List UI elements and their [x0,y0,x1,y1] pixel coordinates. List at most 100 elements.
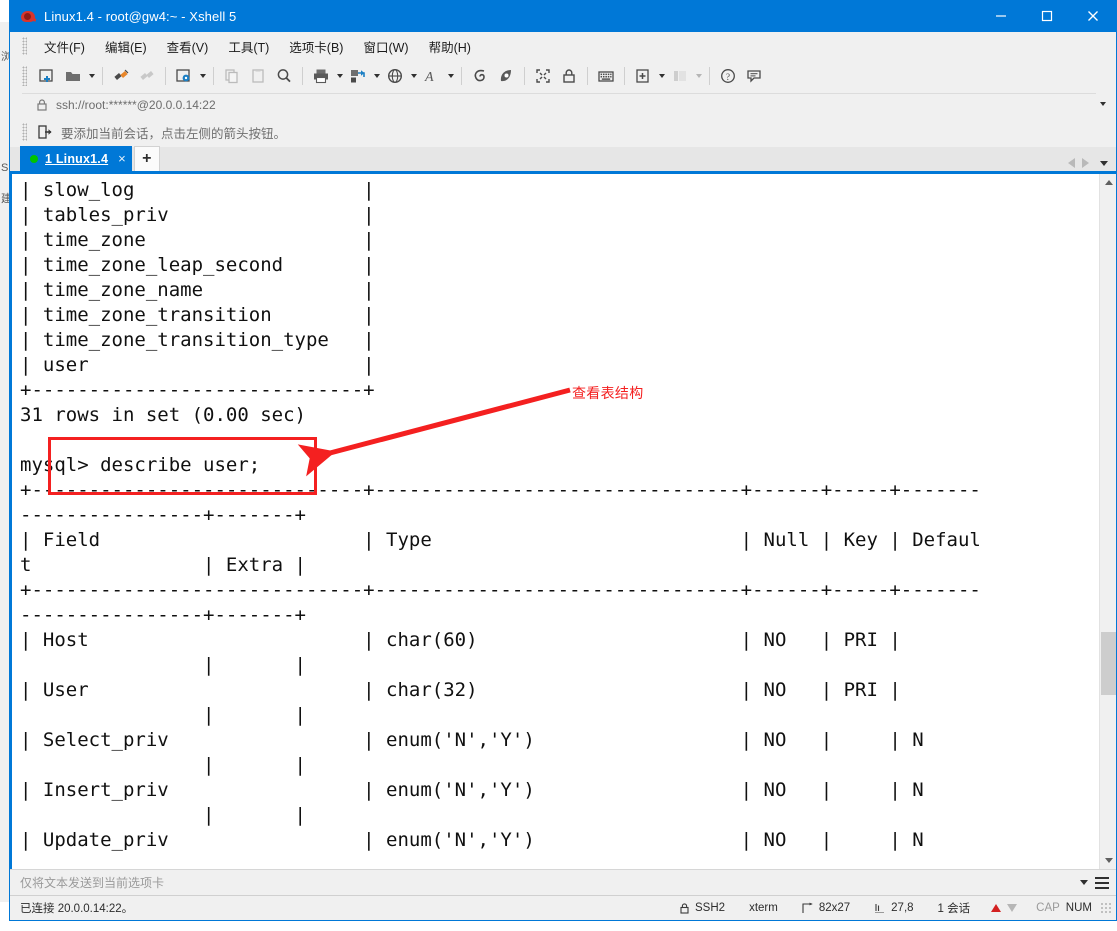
keyboard-icon[interactable] [593,63,619,88]
connect-icon[interactable] [108,63,134,88]
tab-linux14[interactable]: 1 Linux1.4 × [20,146,132,171]
toolbar-separator-9 [709,66,710,85]
paste-icon [245,63,271,88]
terminal-scrollbar[interactable] [1099,174,1116,869]
menu-view[interactable]: 查看(V) [158,34,218,59]
toolbar-separator-4 [302,66,303,85]
title-bar[interactable]: Linux1.4 - root@gw4:~ - Xshell 5 [10,0,1116,32]
svg-text:?: ? [726,71,730,81]
toolbar-separator-6 [524,66,525,85]
minimize-button[interactable] [978,0,1024,32]
globe-icon[interactable] [382,63,408,88]
font-dropdown-icon[interactable] [445,63,456,88]
tab-strip: 1 Linux1.4 × + [10,146,1116,174]
add-session-icon[interactable] [37,124,53,140]
scroll-down-icon[interactable] [1100,852,1116,869]
close-button[interactable] [1070,0,1116,32]
status-size-label: 82x27 [818,902,851,914]
sftp-icon[interactable] [493,63,519,88]
menu-tabs[interactable]: 选项卡(B) [280,34,352,59]
copy-icon [219,63,245,88]
toolbar-separator-5 [461,66,462,85]
lock-icon [37,98,47,111]
tab-label: 1 Linux1.4 [45,151,109,166]
menubar-grip[interactable] [22,37,27,55]
resize-icon [802,902,813,913]
toolbar-separator-1 [102,66,103,85]
send-to-tab-bar: 仅将文本发送到当前选项卡 [10,869,1116,895]
status-size: 82x27 [790,902,862,914]
scroll-up-icon[interactable] [1100,174,1116,191]
xshell-main-window: Linux1.4 - root@gw4:~ - Xshell 5 文件(F) 编… [9,0,1117,921]
menu-tools[interactable]: 工具(T) [219,34,278,59]
add-note-dropdown-icon[interactable] [656,63,667,88]
status-caps: CAP [1036,902,1060,914]
svg-text:A: A [424,70,434,85]
status-cursor: 27,8 [862,902,925,914]
globe-dropdown-icon[interactable] [408,63,419,88]
toolbar-separator-3 [213,66,214,85]
toolbar-grip[interactable] [22,65,27,86]
new-session-icon[interactable] [34,63,60,88]
tab-close-icon[interactable]: × [118,151,126,166]
menu-file[interactable]: 文件(F) [35,34,94,59]
fullscreen-icon[interactable] [530,63,556,88]
notice-bar: 要添加当前会话，点击左侧的箭头按钮。 [10,117,1116,147]
background-fragment-3: S [1,162,9,174]
terminal-area: | slow_log | | tables_priv | | time_zone… [10,174,1116,869]
transfer-dropdown-icon[interactable] [371,63,382,88]
status-cursor-label: 27,8 [891,902,914,914]
find-icon[interactable] [271,63,297,88]
lock-icon[interactable] [556,63,582,88]
terminal-screen[interactable]: | slow_log | | tables_priv | | time_zone… [12,174,1099,869]
print-icon[interactable] [308,63,334,88]
status-num: NUM [1065,902,1092,914]
notice-text: 要添加当前会话，点击左侧的箭头按钮。 [61,126,287,141]
lock-icon [680,902,689,914]
print-dropdown-icon[interactable] [334,63,345,88]
address-value: ssh://root:******@20.0.0.14:22 [56,97,216,112]
toolbar: A ? [10,60,1116,91]
window-controls [978,0,1116,32]
tab-list-icon[interactable] [1100,160,1108,166]
status-transfer [982,904,1026,912]
status-connection: 已连接 20.0.0.14:22。 [20,903,134,915]
menu-window[interactable]: 窗口(W) [354,34,417,59]
add-note-icon[interactable] [630,63,656,88]
open-folder-dropdown-icon[interactable] [86,63,97,88]
layout-dropdown-icon [693,63,704,88]
prev-tab-icon[interactable] [1068,158,1075,168]
comment-icon[interactable] [741,63,767,88]
menu-help[interactable]: 帮助(H) [420,34,480,59]
menu-edit[interactable]: 编辑(E) [96,34,156,59]
arrow-down-icon [1007,904,1018,912]
send-dropdown-icon[interactable] [1076,873,1092,893]
toolbar-separator-8 [624,66,625,85]
font-icon[interactable]: A [419,63,445,88]
terminal-output: | slow_log | | tables_priv | | time_zone… [20,179,981,851]
address-bar: ssh://root:******@20.0.0.14:22 [10,91,1116,117]
next-tab-icon[interactable] [1082,158,1089,168]
transfer-icon[interactable] [345,63,371,88]
session-properties-dropdown-icon[interactable] [197,63,208,88]
address-dropdown-icon[interactable] [1096,93,1110,115]
tab-status-dot [30,154,38,163]
layout-icon [667,63,693,88]
scrollbar-thumb[interactable] [1101,632,1116,695]
tab-strip-controls [1068,158,1112,168]
new-tab-button[interactable]: + [133,146,160,171]
menu-bar: 文件(F) 编辑(E) 查看(V) 工具(T) 选项卡(B) 窗口(W) 帮助(… [10,32,1116,60]
send-text-input[interactable]: 仅将文本发送到当前选项卡 [20,874,1076,891]
maximize-button[interactable] [1024,0,1070,32]
address-input[interactable]: ssh://root:******@20.0.0.14:22 [22,93,1096,115]
session-properties-icon[interactable] [171,63,197,88]
status-bar: 已连接 20.0.0.14:22。 SSH2 xterm 82x27 27,8 … [10,895,1116,920]
resize-grip[interactable] [1100,902,1112,914]
status-term-type: xterm [749,902,778,914]
ssh-tunnel-icon[interactable] [467,63,493,88]
hamburger-icon[interactable] [1092,873,1112,893]
status-protocol-label: SSH2 [695,902,726,914]
noticebar-grip[interactable] [22,123,27,141]
open-folder-icon[interactable] [60,63,86,88]
help-icon[interactable]: ? [715,63,741,88]
